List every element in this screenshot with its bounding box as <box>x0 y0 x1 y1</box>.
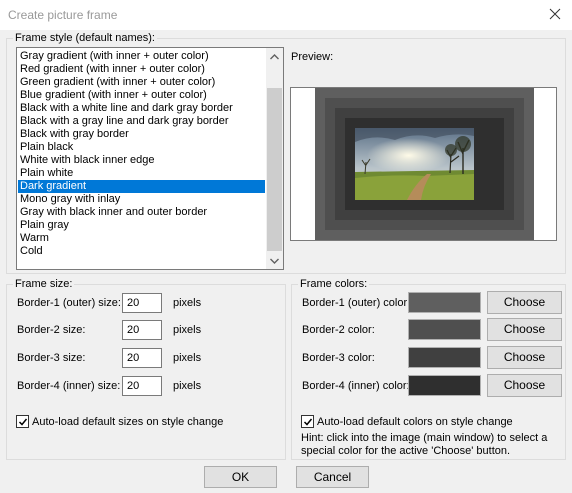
preview-frame-border-3 <box>335 108 514 220</box>
preview-label: Preview: <box>291 51 334 63</box>
border-3-size-input[interactable] <box>122 348 162 368</box>
list-scrollbar[interactable] <box>266 48 283 269</box>
frame-style-item[interactable]: Plain black <box>18 141 265 154</box>
window-title: Create picture frame <box>8 8 118 22</box>
border-3-size-unit: pixels <box>173 352 202 364</box>
border-3-choose-button[interactable]: Choose <box>487 346 562 369</box>
frame-style-item[interactable]: Plain white <box>18 167 265 180</box>
scroll-thumb[interactable] <box>267 88 282 251</box>
border-4-color-swatch <box>408 375 481 396</box>
border-1-choose-button[interactable]: Choose <box>487 291 562 314</box>
frame-style-item[interactable]: Plain gray <box>18 219 265 232</box>
frame-style-item[interactable]: Green gradient (with inner + outer color… <box>18 76 265 89</box>
border-1-color-swatch <box>408 292 481 313</box>
scroll-up-icon[interactable] <box>266 48 283 65</box>
border-1-size-unit: pixels <box>173 297 202 309</box>
frame-colors-legend: Frame colors: <box>298 278 370 290</box>
preview-pane <box>290 87 557 241</box>
border-2-size-unit: pixels <box>173 324 202 336</box>
preview-frame-border-4 <box>345 118 504 210</box>
checkmark-icon[interactable] <box>301 415 314 428</box>
frame-style-item[interactable]: Dark gradient <box>18 180 265 193</box>
frame-size-legend: Frame size: <box>13 278 75 290</box>
autoload-sizes-checkbox[interactable]: Auto-load default sizes on style change <box>16 415 223 428</box>
hint-text: Hint: click into the image (main window)… <box>301 432 548 457</box>
title-bar: Create picture frame <box>0 0 572 30</box>
frame-style-legend: Frame style (default names): <box>13 32 157 44</box>
frame-style-item[interactable]: Red gradient (with inner + outer color) <box>18 63 265 76</box>
frame-style-item[interactable]: Blue gradient (with inner + outer color) <box>18 89 265 102</box>
autoload-colors-label: Auto-load default colors on style change <box>317 415 513 428</box>
border-2-size-label: Border-2 size: <box>17 324 86 336</box>
close-icon[interactable] <box>546 5 564 23</box>
border-1-size-input[interactable] <box>122 293 162 313</box>
frame-style-item[interactable]: Cold <box>18 245 265 258</box>
preview-frame-border-2 <box>325 98 524 230</box>
frame-style-item[interactable]: White with black inner edge <box>18 154 265 167</box>
border-3-color-swatch <box>408 347 481 368</box>
frame-style-item[interactable]: Mono gray with inlay <box>18 193 265 206</box>
scroll-down-icon[interactable] <box>266 252 283 269</box>
border-4-size-unit: pixels <box>173 380 202 392</box>
frame-style-item[interactable]: Black with a gray line and dark gray bor… <box>18 115 265 128</box>
frame-style-item[interactable]: Gray with black inner and outer border <box>18 206 265 219</box>
preview-frame-border-1 <box>315 88 534 240</box>
preview-photo <box>355 128 494 200</box>
border-2-color-label: Border-2 color: <box>302 324 375 336</box>
border-1-size-label: Border-1 (outer) size: <box>17 297 121 309</box>
frame-style-item[interactable]: Black with a white line and dark gray bo… <box>18 102 265 115</box>
frame-style-item[interactable]: Warm <box>18 232 265 245</box>
autoload-sizes-label: Auto-load default sizes on style change <box>32 415 224 428</box>
border-2-choose-button[interactable]: Choose <box>487 318 562 341</box>
border-4-size-input[interactable] <box>122 376 162 396</box>
checkmark-icon[interactable] <box>16 415 29 428</box>
border-2-size-input[interactable] <box>122 320 162 340</box>
frame-style-item[interactable]: Black with gray border <box>18 128 265 141</box>
frame-style-list[interactable]: Gray gradient (with inner + outer color)… <box>16 47 284 270</box>
border-4-color-label: Border-4 (inner) color: <box>302 380 410 392</box>
border-3-color-label: Border-3 color: <box>302 352 375 364</box>
autoload-colors-checkbox[interactable]: Auto-load default colors on style change <box>301 415 513 428</box>
border-4-choose-button[interactable]: Choose <box>487 374 562 397</box>
border-1-color-label: Border-1 (outer) color: <box>302 297 411 309</box>
border-2-color-swatch <box>408 319 481 340</box>
border-4-size-label: Border-4 (inner) size: <box>17 380 121 392</box>
cancel-button[interactable]: Cancel <box>296 466 369 488</box>
ok-button[interactable]: OK <box>204 466 277 488</box>
border-3-size-label: Border-3 size: <box>17 352 86 364</box>
frame-style-item[interactable]: Gray gradient (with inner + outer color) <box>18 50 265 63</box>
